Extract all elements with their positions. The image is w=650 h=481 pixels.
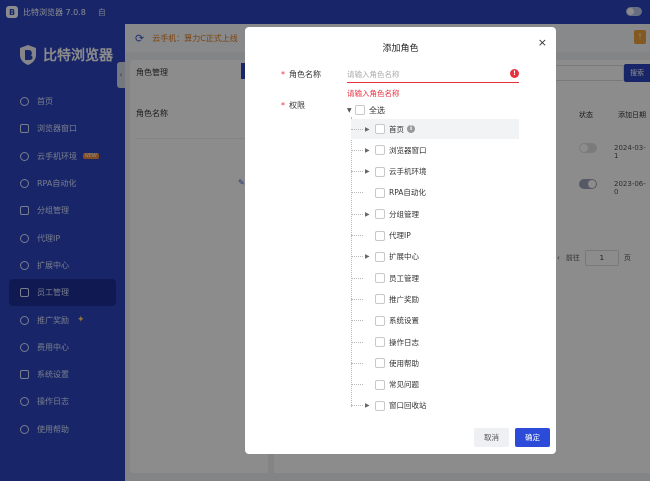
select-all-checkbox[interactable] (355, 105, 365, 115)
permission-checkbox[interactable] (375, 209, 385, 220)
tree-branch-line (351, 256, 363, 258)
dialog-title: 添加角色 (382, 44, 419, 54)
permission-node[interactable]: 员工管理 (351, 268, 519, 288)
permission-node[interactable]: 常见问题 (351, 375, 519, 395)
role-name-input[interactable] (347, 67, 519, 83)
collapse-arrow-icon[interactable]: ▼ (347, 107, 355, 114)
expand-arrow-icon[interactable]: ▶ (365, 168, 375, 175)
permission-node[interactable]: 操作日志 (351, 332, 519, 352)
permission-tree: ▼ 全选 ▶ 首页 i ▶ 浏览器窗口 ▶ 云手机环境 RPA自动化 ▶ 分组管理代理IP ▶ 扩展中… (347, 103, 522, 415)
permission-label: 常见问题 (389, 380, 419, 390)
permission-checkbox[interactable] (375, 337, 385, 347)
tree-branch-line (351, 235, 363, 236)
permission-checkbox[interactable] (375, 251, 385, 262)
tree-branch-line (351, 213, 363, 215)
permission-node[interactable]: ▶ 首页 i (351, 119, 519, 139)
permission-node[interactable]: RPA自动化 (351, 183, 519, 203)
close-icon[interactable]: × (538, 36, 547, 49)
permission-label: 首页 (389, 124, 404, 134)
permission-node[interactable]: ▶ 浏览器窗口 (351, 140, 519, 160)
permission-node[interactable]: 推广奖励 (351, 289, 519, 309)
permission-label-text: 权限 (289, 101, 305, 110)
permission-label: RPA自动化 (389, 188, 426, 198)
confirm-button[interactable]: 确定 (515, 428, 550, 447)
permission-label: 操作日志 (389, 337, 419, 347)
expand-arrow-icon[interactable]: ▶ (365, 253, 375, 260)
permission-node[interactable]: ▶ 扩展中心 (351, 247, 519, 267)
info-icon[interactable]: i (407, 125, 415, 133)
app-window: B 比特浏览器 7.0.8 自 比特浏览器 首页 浏览器窗口 云手机环境 NEW RPA… (0, 0, 650, 481)
add-role-dialog: 添加角色 × *角色名称 ! 请输入角色名称 *权限 ▼ 全选 ▶ 首页i ▶ 浏览器… (245, 27, 556, 454)
permission-label: 云手机环境 (389, 167, 427, 177)
expand-arrow-icon[interactable]: ▶ (365, 126, 375, 133)
tree-branch-line (351, 341, 363, 343)
tree-branch-line (351, 320, 363, 322)
permission-checkbox[interactable] (375, 358, 385, 369)
permission-checkbox[interactable] (375, 294, 385, 305)
permission-checkbox[interactable] (375, 187, 385, 198)
select-all-label: 全选 (369, 105, 385, 115)
permission-label: 扩展中心 (389, 252, 419, 262)
permission-label: 推广奖励 (389, 294, 419, 304)
permission-label: 分组管理 (389, 209, 419, 219)
role-name-error: 请输入角色名称 (347, 89, 400, 98)
expand-arrow-icon[interactable]: ▶ (365, 402, 375, 409)
role-name-label-text: 角色名称 (289, 70, 321, 79)
permission-label: 浏览器窗口 (389, 145, 427, 155)
permission-checkbox[interactable] (375, 145, 385, 156)
permission-label: 系统设置 (389, 316, 419, 326)
permission-node[interactable]: 使用帮助 (351, 353, 519, 373)
permission-checkbox[interactable] (375, 124, 385, 134)
permission-checkbox[interactable] (375, 230, 385, 241)
tree-branch-line (351, 149, 363, 151)
tree-branch-line (351, 405, 363, 407)
permission-checkbox[interactable] (375, 315, 385, 326)
tree-branch-line (351, 362, 363, 364)
permission-node[interactable]: 代理IP (351, 226, 519, 246)
expand-arrow-icon[interactable]: ▶ (365, 147, 375, 154)
permission-checkbox[interactable] (375, 400, 385, 411)
tree-branch-line (351, 128, 363, 130)
tree-branch-line (351, 277, 363, 279)
select-all-node[interactable]: ▼ 全选 (347, 103, 385, 117)
role-name-label: * 角色名称 (281, 70, 321, 79)
tree-branch-line (351, 384, 363, 386)
permission-checkbox[interactable] (375, 379, 385, 390)
permission-checkbox[interactable] (375, 273, 385, 284)
tree-branch-line (351, 298, 363, 300)
permission-label: * 权限 (281, 101, 305, 110)
tree-branch-line (351, 192, 363, 194)
permission-node[interactable]: ▶ 云手机环境 (351, 162, 519, 182)
permission-label: 窗口回收站 (389, 401, 427, 411)
permission-label: 员工管理 (389, 273, 419, 283)
cancel-button[interactable]: 取消 (474, 428, 509, 447)
permission-label: 使用帮助 (389, 358, 419, 368)
permission-label: 代理IP (389, 231, 411, 240)
error-icon: ! (510, 69, 519, 78)
permission-node[interactable]: ▶ 分组管理 (351, 204, 519, 224)
expand-arrow-icon[interactable]: ▶ (365, 211, 375, 218)
permission-node[interactable]: 系统设置 (351, 311, 519, 331)
tree-branch-line (351, 171, 363, 173)
permission-checkbox[interactable] (375, 166, 385, 177)
permission-node[interactable]: ▶ 窗口回收站 (351, 396, 519, 416)
